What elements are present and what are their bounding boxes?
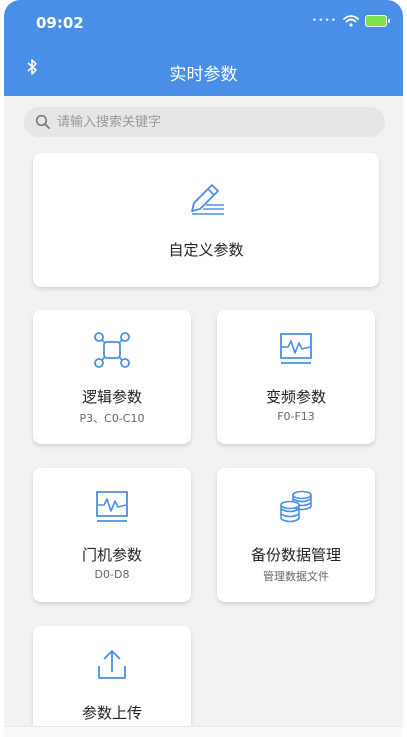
card-label: 参数上传 (81, 704, 142, 722)
wifi-icon (343, 15, 359, 27)
upload-params-card[interactable]: 参数上传 (33, 626, 191, 737)
database-coins-icon (217, 490, 375, 524)
card-label: 备份数据管理 (250, 546, 341, 564)
frequency-params-card[interactable]: 变频参数 F0-F13 (217, 310, 375, 444)
status-time: 09:02 (36, 14, 84, 32)
upload-icon (33, 648, 191, 682)
card-label: 变频参数 (265, 388, 326, 406)
custom-params-card[interactable]: 自定义参数 (33, 153, 379, 287)
bottom-bar (4, 726, 403, 737)
card-label: 自定义参数 (168, 241, 244, 259)
door-params-card[interactable]: 门机参数 D0-D8 (33, 468, 191, 602)
app-screen: 09:02 •••• 实时参数 请输入搜索关键字 自定义参数 逻辑参数 P3、C… (4, 0, 403, 737)
card-sublabel: 管理数据文件 (263, 570, 329, 583)
waveform-monitor-icon (217, 332, 375, 366)
network-node-icon (33, 332, 191, 368)
battery-icon (365, 15, 390, 27)
card-sublabel: D0-D8 (94, 568, 130, 581)
card-label: 逻辑参数 (81, 388, 142, 406)
edit-pencil-icon (33, 181, 379, 217)
card-sublabel: F0-F13 (277, 410, 315, 423)
search-icon (35, 114, 51, 130)
status-icons: •••• (311, 15, 390, 27)
card-sublabel: P3、C0-C10 (79, 412, 145, 425)
logic-params-card[interactable]: 逻辑参数 P3、C0-C10 (33, 310, 191, 444)
card-label: 门机参数 (81, 546, 142, 564)
search-bar[interactable] (24, 107, 385, 137)
page-title: 实时参数 (169, 65, 238, 85)
signal-icon: •••• (311, 16, 337, 26)
waveform-monitor-icon (33, 490, 191, 524)
backup-data-card[interactable]: 备份数据管理 管理数据文件 (217, 468, 375, 602)
search-input[interactable] (55, 113, 359, 131)
top-bar: 09:02 •••• 实时参数 (4, 0, 403, 96)
